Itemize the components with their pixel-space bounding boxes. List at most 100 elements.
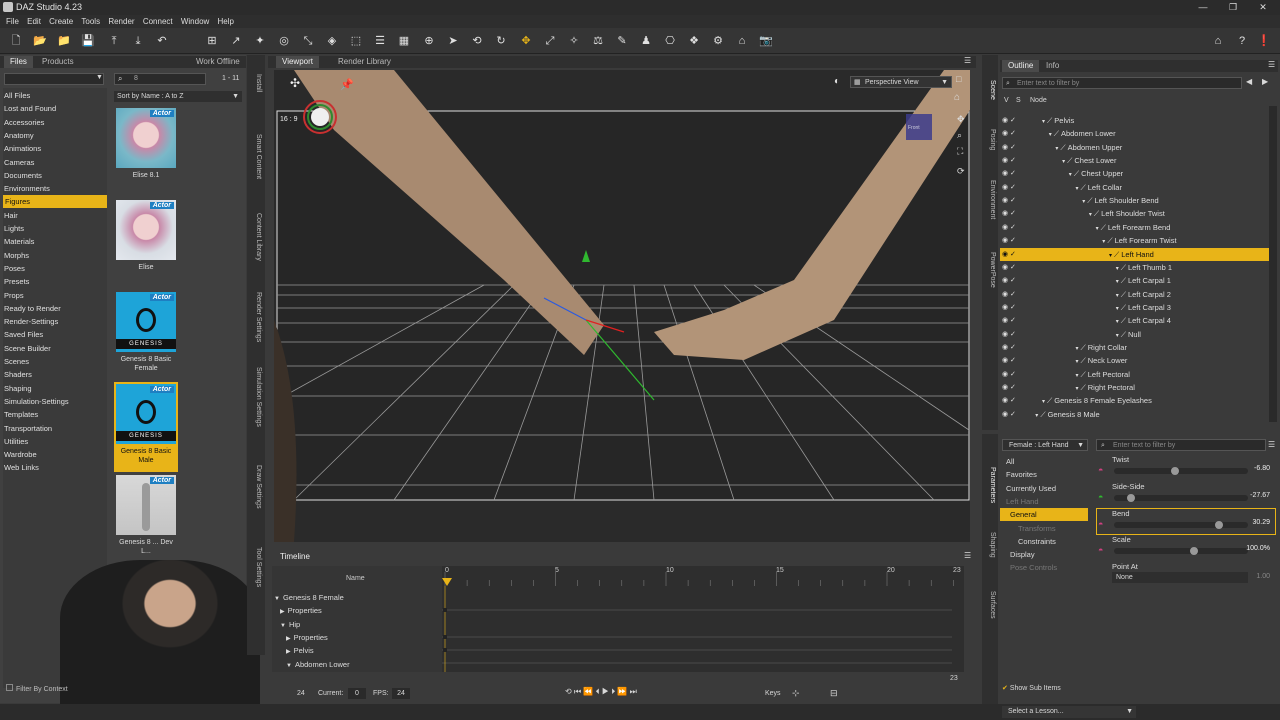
visibility-toggle[interactable]: ◉ ✓ [1002,248,1026,261]
draw-style-icon[interactable]: ◐ [834,76,840,87]
scene-node[interactable]: ▾ ⟋ Abdomen Upper [1055,141,1122,154]
close-icon[interactable]: ✕ [1250,0,1276,15]
category-item[interactable]: Lost and Found [4,102,56,115]
visibility-toggle[interactable]: ◉ ✓ [1002,207,1026,220]
slider-knob[interactable] [1170,467,1179,475]
next-frame-icon[interactable]: ⏵ [611,687,615,696]
category-item[interactable]: Cameras [4,156,34,169]
category-item[interactable]: Render-Settings [4,315,58,328]
minimize-icon[interactable]: — [1190,0,1216,15]
collapse-icon[interactable]: ◀ [1246,77,1252,86]
category-item[interactable]: Scene Builder [4,342,51,355]
expand-arrow-icon[interactable]: ▼ [280,623,286,629]
category-item[interactable]: Props [4,289,24,302]
paint-tool-icon[interactable]: ✎ [614,33,630,49]
param-group[interactable]: Constraints [1018,535,1056,548]
scene-tool-icon[interactable]: ⊞ [204,33,220,49]
side-tab[interactable]: Smart Content [250,120,262,194]
scene-node[interactable]: ▾ ⟋ Left Shoulder Twist [1089,207,1165,220]
menu-help[interactable]: Help [218,15,234,28]
joint-editor-icon[interactable]: ✦ [252,33,268,49]
menu-tools[interactable]: Tools [81,15,100,28]
merge-icon[interactable]: 📁 [56,33,72,49]
side-tab[interactable]: Draw Settings [250,450,262,524]
align-tool-icon[interactable]: ☰ [372,33,388,49]
play-range-end[interactable]: 23 [950,675,958,682]
filter-by-context[interactable]: Filter By Context [6,684,68,693]
menu-file[interactable]: File [6,15,19,28]
fps-input[interactable]: 24 [392,688,410,699]
scene-node[interactable]: ▾ ⟋ Genesis 8 Male [1035,408,1099,421]
scene-node[interactable]: ▾ ⟋ Neck Lower [1076,354,1128,367]
node-select-icon[interactable]: ↗ [228,33,244,49]
category-item[interactable]: Shaping [4,382,32,395]
visibility-toggle[interactable]: ◉ ✓ [1002,394,1026,407]
slider-knob[interactable] [1189,547,1198,556]
visibility-toggle[interactable]: ◉ ✓ [1002,261,1026,274]
menu-render[interactable]: Render [108,15,134,28]
new-scene-icon[interactable]: 🗋 [8,33,24,49]
visibility-toggle[interactable]: ◉ ✓ [1002,141,1026,154]
visibility-toggle[interactable]: ◉ ✓ [1002,328,1026,341]
scene-node[interactable]: ▾ ⟋ Left Forearm Twist [1102,234,1176,247]
expand-arrow-icon[interactable]: ▾ [1076,346,1079,352]
view-cube-label[interactable]: Front [908,125,920,131]
category-item[interactable]: Hair [4,209,18,222]
show-sub-items[interactable]: ✔ Show Sub Items [1002,684,1061,692]
pin-icon[interactable]: 📌 [340,78,354,91]
expand-arrow-icon[interactable]: ▾ [1096,226,1099,232]
param-value[interactable]: -6.80 [1230,465,1270,472]
side-tab[interactable]: Shaping [984,520,996,570]
expand-arrow-icon[interactable]: ▾ [1062,159,1065,165]
frame-icon[interactable]: ⌂ [954,92,960,103]
sparkle-tool-icon[interactable]: ✧ [566,33,582,49]
side-tab[interactable]: Posing [984,110,996,170]
param-value[interactable]: 30.29 [1230,519,1270,526]
weight-tool-icon[interactable]: ⚖ [590,33,606,49]
menu-connect[interactable]: Connect [143,15,173,28]
tab-info[interactable]: Info [1040,60,1065,72]
category-item[interactable]: Wardrobe [4,448,37,461]
play-icon[interactable]: ▶ [602,687,609,696]
grid-tool-icon[interactable]: ▦ [396,33,412,49]
visibility-toggle[interactable]: ◉ ✓ [1002,167,1026,180]
last-frame-icon[interactable]: ⏭ [630,687,637,696]
expand-arrow-icon[interactable]: ▾ [1042,399,1045,405]
visibility-toggle[interactable]: ◉ ✓ [1002,314,1026,327]
scene-node[interactable]: ▾ ⟋ Left Forearm Bend [1096,221,1171,234]
expand-arrow-icon[interactable]: ▾ [1109,253,1112,259]
timeline-menu-icon[interactable]: ☰ [964,551,971,560]
timeline-track-row[interactable]: ▶ Pelvis [286,644,314,657]
scene-node[interactable]: ▾ ⟋ Left Thumb 1 [1116,261,1172,274]
side-tab[interactable]: Render Settings [250,280,262,354]
timeline-track-row[interactable]: ▶ Properties [280,604,322,617]
param-group[interactable]: Currently Used [1006,482,1056,495]
category-item[interactable]: Anatomy [4,129,34,142]
visibility-toggle[interactable]: ◉ ✓ [1002,274,1026,287]
transform-tool-icon[interactable]: ⤡ [300,33,316,49]
first-frame-icon[interactable]: ⏮ [574,687,581,696]
help-icon[interactable]: ? [1234,33,1250,49]
expand-arrow-icon[interactable]: ▾ [1116,279,1119,285]
maximize-viewport-icon[interactable]: □ [956,74,961,84]
param-slider[interactable] [1114,520,1248,529]
expand-arrow-icon[interactable]: ▾ [1042,119,1045,125]
content-item-genesis-8-basic-female[interactable]: Actor GENESIS Genesis 8 Basic Female [116,292,176,373]
zoom-icon[interactable]: ⌕ [957,130,962,141]
point-at-select[interactable]: None [1112,572,1248,584]
timeline-track-row[interactable]: ▼ Genesis 8 Female [274,591,344,604]
add-key-icon[interactable]: ⊹ [792,688,800,699]
scene-node[interactable]: ▾ ⟋ Chest Lower [1062,154,1116,167]
play-range-start[interactable]: 24 [297,690,305,697]
category-item[interactable]: Morphs [4,249,29,262]
category-item[interactable]: Materials [4,235,34,248]
param-key-icon[interactable]: ◓ [1098,519,1103,529]
side-tab[interactable]: Simulation Settings [250,360,262,434]
side-tab[interactable]: PowerPose [984,240,996,300]
scene-node[interactable]: ▾ ⟋ Left Collar [1076,181,1122,194]
current-frame-input[interactable]: 0 [348,688,366,699]
scene-node[interactable]: ▾ ⟋ Pelvis [1042,114,1074,127]
param-group[interactable]: Display [1010,548,1035,561]
menu-create[interactable]: Create [49,15,73,28]
scene-node[interactable]: ▾ ⟋ Left Pectoral [1076,368,1130,381]
